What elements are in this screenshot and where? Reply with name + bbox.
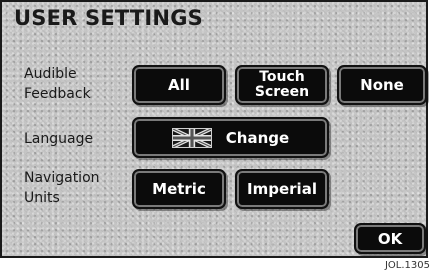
units-metric-button[interactable]: Metric xyxy=(132,169,226,209)
ok-label: OK xyxy=(377,229,403,248)
audible-feedback-label-line2: Feedback xyxy=(24,86,91,102)
navigation-units-label: Navigation Units xyxy=(24,168,100,208)
page-title: USER SETTINGS xyxy=(14,6,203,30)
reference-code: JOL.1305 xyxy=(384,260,430,271)
navigation-units-label-line2: Units xyxy=(24,190,60,206)
units-imperial-label: Imperial xyxy=(247,180,317,198)
audible-feedback-label: Audible Feedback xyxy=(24,64,91,104)
audible-none-button[interactable]: None xyxy=(337,65,427,105)
audible-feedback-label-line1: Audible xyxy=(24,66,77,82)
units-metric-label: Metric xyxy=(152,180,206,198)
audible-touch-label: Touch xyxy=(259,69,305,85)
audible-touch-screen-button[interactable]: Touch Screen xyxy=(235,65,329,105)
audible-none-label: None xyxy=(360,76,404,94)
language-change-label: Change xyxy=(225,128,290,147)
audible-screen-label: Screen xyxy=(254,84,310,100)
user-settings-screen: USER SETTINGS Audible Feedback All Touch… xyxy=(0,0,428,258)
language-change-button[interactable]: Change xyxy=(132,117,329,158)
ok-button[interactable]: OK xyxy=(354,223,426,254)
union-jack-flag-icon xyxy=(171,126,212,149)
language-label: Language xyxy=(24,131,94,147)
audible-all-label: All xyxy=(168,76,190,94)
navigation-units-label-line1: Navigation xyxy=(24,170,100,186)
units-imperial-button[interactable]: Imperial xyxy=(235,169,329,209)
audible-all-button[interactable]: All xyxy=(132,65,226,105)
